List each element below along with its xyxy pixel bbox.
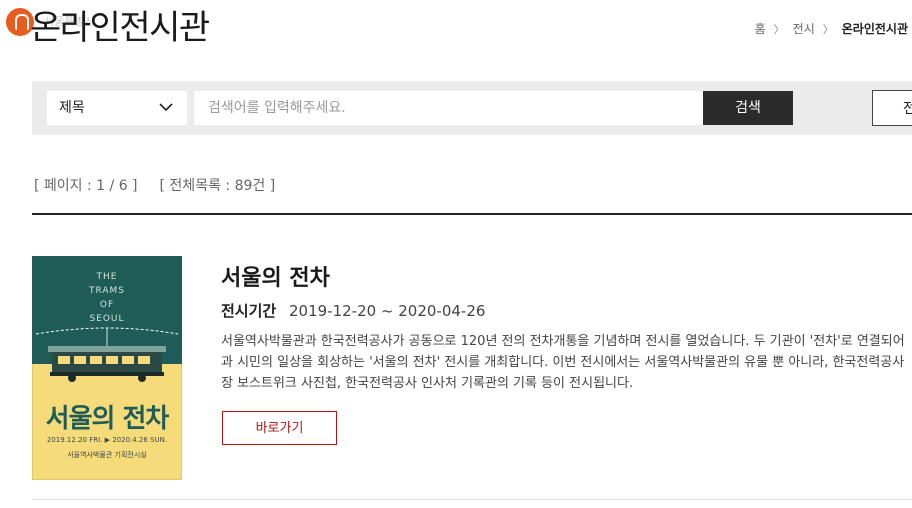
breadcrumb-home[interactable]: 홈 <box>755 20 766 37</box>
page-info: [ 페이지 : 1 / 6 ] <box>34 178 138 194</box>
chevron-right-icon: 〉 <box>773 22 785 36</box>
exhibition-poster[interactable]: THE TRAMS OF SEOUL 서울의 전차 2019.12.20 FRI… <box>32 256 182 480</box>
list-summary: [ 페이지 : 1 / 6 ] [ 전체목록 : 89건 ] <box>34 175 275 195</box>
exhibition-description: 서울역사박물관과 한국전력공사가 공동으로 120년 전의 전차개통을 기념하며… <box>221 331 912 394</box>
search-field-value: 제목 <box>59 100 85 116</box>
poster-dates: 2019.12.20 FRI. ▶ 2020.4.26 SUN. <box>46 436 168 444</box>
view-all-button[interactable]: 전체보기 <box>872 90 912 126</box>
search-input[interactable] <box>194 91 703 125</box>
chevron-down-icon <box>159 103 173 112</box>
breadcrumb-exhibition[interactable]: 전시 <box>793 20 815 37</box>
search-button[interactable]: 검색 <box>703 91 793 125</box>
description-line: 장 보스트위크 사진첩, 한국전력공사 인사처 기록관의 기록 등이 전시됩니다… <box>221 376 634 391</box>
period-value: 2019-12-20 ~ 2020-04-26 <box>288 302 486 320</box>
exhibition-title[interactable]: 서울의 전차 <box>221 260 330 292</box>
search-bar: 제목 검색 전체보기 <box>32 81 912 135</box>
item-divider <box>32 499 912 500</box>
chevron-right-icon: 〉 <box>822 22 834 36</box>
tram-illustration-icon <box>35 327 179 382</box>
poster-korean-title: 서울의 전차 <box>45 404 170 434</box>
search-field-select[interactable]: 제목 <box>47 91 187 125</box>
poster-english-title: THE TRAMS OF SEOUL <box>88 272 126 324</box>
breadcrumb: 홈 〉 전시 〉 온라인전시관 <box>755 20 908 37</box>
period-label: 전시기간 <box>221 302 277 320</box>
exhibition-period: 전시기간 2019-12-20 ~ 2020-04-26 <box>221 300 485 321</box>
page-title: 온라인전시관 <box>30 8 210 48</box>
description-line: 과 시민의 일상을 회상하는 '서울의 전차' 전시를 개최합니다. 이번 전시… <box>221 355 905 370</box>
total-count: [ 전체목록 : 89건 ] <box>159 178 276 194</box>
poster-venue: 서울역사박물관 기획전시실 <box>67 451 147 459</box>
divider <box>32 213 912 215</box>
description-line: 서울역사박물관과 한국전력공사가 공동으로 120년 전의 전차개통을 기념하며… <box>221 334 905 349</box>
breadcrumb-current[interactable]: 온라인전시관 <box>842 20 908 37</box>
go-to-exhibition-button[interactable]: 바로가기 <box>222 411 337 445</box>
